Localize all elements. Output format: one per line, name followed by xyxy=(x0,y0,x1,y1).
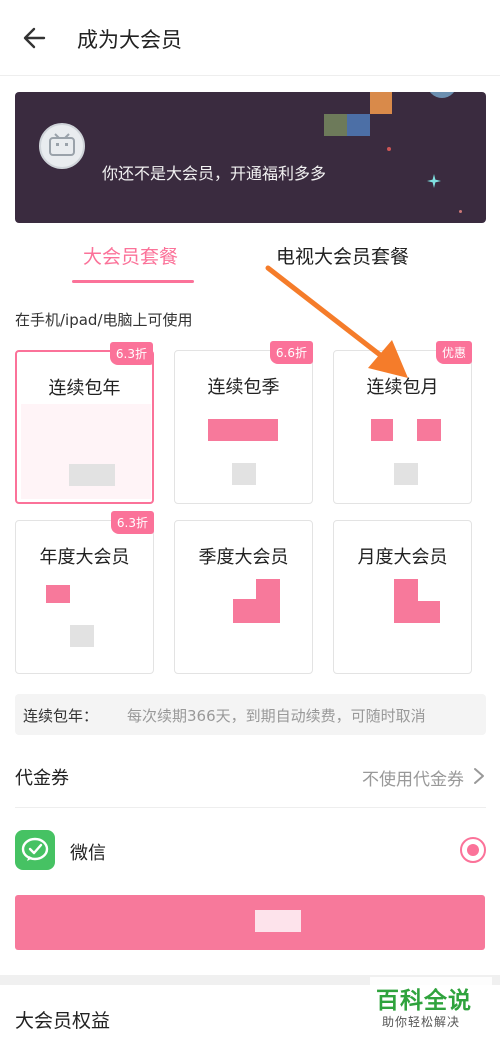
tab-member-plans[interactable]: 大会员套餐 xyxy=(83,242,178,269)
banner-decoration xyxy=(427,92,457,98)
banner-decoration xyxy=(370,92,392,114)
plan-name: 月度大会员 xyxy=(357,547,448,568)
page-title: 成为大会员 xyxy=(77,28,182,52)
discount-badge: 优惠 xyxy=(435,341,472,364)
sparkle-icon xyxy=(427,174,441,188)
blurred-price xyxy=(417,419,441,441)
blurred-original-price xyxy=(232,463,256,485)
blurred-price xyxy=(256,579,280,599)
arrow-left-icon xyxy=(23,27,46,49)
notice-label: 连续包年： xyxy=(23,707,99,725)
plan-card-quarterly[interactable]: 季度大会员 xyxy=(174,520,313,674)
blurred-price xyxy=(418,601,440,623)
voucher-value: 不使用代金券 xyxy=(362,770,464,790)
blurred-original-price xyxy=(70,625,94,647)
payment-label: 微信 xyxy=(70,843,106,864)
wechat-pay-icon xyxy=(15,830,55,870)
banner-decoration xyxy=(387,147,391,151)
discount-badge: 6.3折 xyxy=(109,342,153,365)
payment-method-wechat[interactable]: 微信 xyxy=(15,822,486,880)
blurred-price xyxy=(233,599,280,623)
chevron-right-icon xyxy=(474,768,484,784)
watermark-logo: 百科全说 助你轻松解决 xyxy=(370,977,492,1033)
blurred-price xyxy=(394,579,418,623)
watermark-subtitle: 助你轻松解决 xyxy=(382,1015,461,1029)
plan-tabs: 大会员套餐 电视大会员套餐 xyxy=(0,238,500,288)
avatar[interactable] xyxy=(39,123,85,169)
blurred-price xyxy=(371,419,393,441)
tab-underline xyxy=(72,280,194,283)
radio-selected-dot xyxy=(467,844,479,856)
discount-badge: 6.3折 xyxy=(110,511,154,534)
tv-mascot-icon xyxy=(49,133,75,156)
plan-card-yearly-auto[interactable]: 6.3折 连续包年 xyxy=(15,342,154,504)
banner-decoration xyxy=(347,114,370,136)
voucher-row[interactable]: 代金券 不使用代金券 xyxy=(15,746,486,808)
blurred-price xyxy=(208,419,278,441)
notice-text: 每次续期366天，到期自动续费，可随时取消 xyxy=(127,707,426,725)
plan-card-monthly[interactable]: 月度大会员 xyxy=(333,520,472,674)
voucher-label: 代金券 xyxy=(15,768,69,789)
payment-radio[interactable] xyxy=(460,837,486,863)
blurred-price xyxy=(46,585,70,603)
renewal-notice: 连续包年： 每次续期366天，到期自动续费，可随时取消 xyxy=(15,694,486,735)
annotation-arrow-icon xyxy=(265,265,408,378)
plan-name: 连续包年 xyxy=(48,378,121,399)
watermark-title: 百科全说 xyxy=(376,988,472,1014)
plan-name: 年度大会员 xyxy=(39,547,130,568)
device-note: 在手机/ipad/电脑上可使用 xyxy=(15,311,193,329)
member-banner: 你还不是大会员，开通福利多多 xyxy=(15,92,486,223)
banner-text: 你还不是大会员，开通福利多多 xyxy=(102,164,327,183)
pay-button[interactable] xyxy=(15,895,485,950)
top-bar: 成为大会员 xyxy=(0,0,500,76)
banner-decoration xyxy=(324,114,347,136)
blurred-original-price xyxy=(69,464,115,486)
plan-name: 季度大会员 xyxy=(198,547,289,568)
blurred-button-label xyxy=(255,910,301,932)
plan-card-yearly[interactable]: 6.3折 年度大会员 xyxy=(15,511,154,674)
banner-decoration xyxy=(459,210,462,213)
blurred-original-price xyxy=(394,463,418,485)
benefits-title: 大会员权益 xyxy=(15,1010,111,1032)
back-button[interactable] xyxy=(18,20,54,56)
